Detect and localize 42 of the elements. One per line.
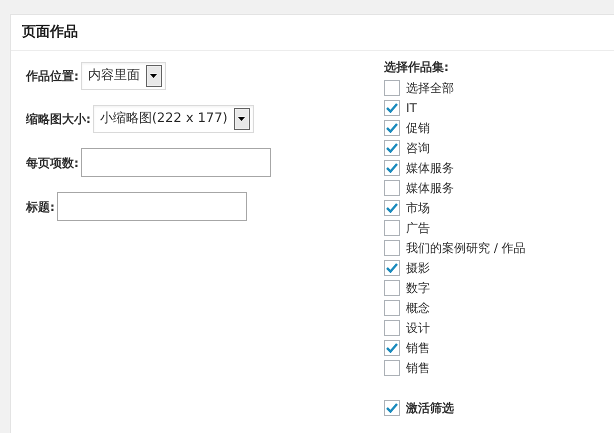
checkbox[interactable] xyxy=(384,220,400,236)
checkbox[interactable] xyxy=(384,180,400,196)
checkbox[interactable] xyxy=(384,240,400,256)
checkbox-label: 选择全部 xyxy=(406,80,454,97)
checkbox[interactable] xyxy=(384,120,400,136)
checkbox-label: 咨询 xyxy=(406,140,430,157)
panel-title: 页面作品 xyxy=(22,23,78,42)
dropdown[interactable]: 内容里面 xyxy=(80,62,166,90)
input-field[interactable] xyxy=(80,148,271,177)
checkbox-label: 媒体服务 xyxy=(406,160,454,177)
checkbox-label: 摄影 xyxy=(406,260,430,277)
checkbox[interactable] xyxy=(384,360,400,376)
checkbox-label: 激活筛选 xyxy=(406,400,454,417)
checkbox-label: 广告 xyxy=(406,220,430,237)
field-label: 标题: xyxy=(26,198,55,216)
checkbox-label: 销售 xyxy=(406,340,430,357)
field-label: 缩略图大小: xyxy=(26,111,91,128)
checkbox-label: 设计 xyxy=(406,320,430,337)
checkbox[interactable] xyxy=(384,200,400,216)
dropdown[interactable]: 小缩略图(222 x 177) xyxy=(92,105,254,133)
checkbox-label: 我们的案例研究 / 作品 xyxy=(406,240,526,257)
checkbox-label: 概念 xyxy=(406,300,430,317)
checkbox[interactable] xyxy=(384,400,400,416)
checkbox[interactable] xyxy=(384,340,400,356)
input-field[interactable] xyxy=(56,192,247,221)
checkbox-label: 促销 xyxy=(406,120,430,137)
checkbox[interactable] xyxy=(384,260,400,276)
checkbox[interactable] xyxy=(384,80,400,96)
section-label: 选择作品集: xyxy=(384,60,450,75)
field-label: 作品位置: xyxy=(26,68,79,85)
checkbox[interactable] xyxy=(384,100,400,116)
field-label: 每页项数: xyxy=(26,154,79,172)
checkbox[interactable] xyxy=(384,160,400,176)
checkbox-label: 市场 xyxy=(406,200,430,217)
checkbox[interactable] xyxy=(384,300,400,316)
checkbox[interactable] xyxy=(384,320,400,336)
checkbox[interactable] xyxy=(384,140,400,156)
checkbox-label: IT xyxy=(406,100,417,117)
checkbox-label: 数字 xyxy=(406,280,430,297)
checkbox-label: 媒体服务 xyxy=(406,180,454,197)
checkbox[interactable] xyxy=(384,280,400,296)
checkbox-label: 销售 xyxy=(406,360,430,377)
